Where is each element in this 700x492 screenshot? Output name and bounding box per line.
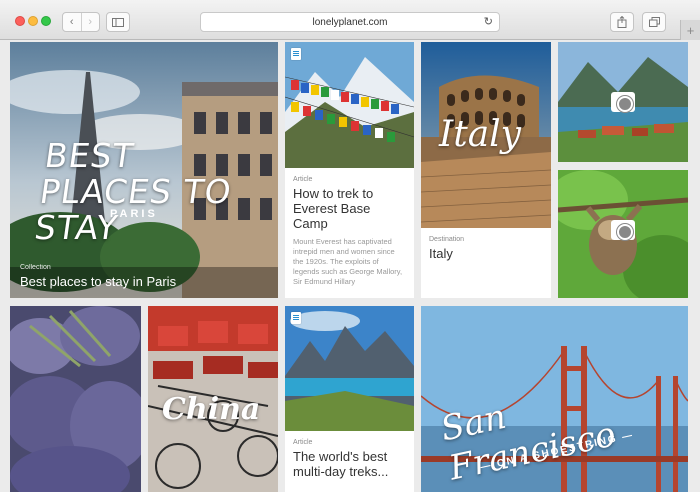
italy-headline: Italy bbox=[429, 246, 453, 261]
tile-paris[interactable]: BEST PLACES TO STAY PARIS Collection Bes… bbox=[10, 42, 278, 298]
camera-icon bbox=[611, 92, 635, 112]
treks-headline: The world's best multi-day treks... bbox=[293, 449, 389, 479]
everest-excerpt: Mount Everest has captivated intrepid me… bbox=[293, 237, 403, 286]
page-content: BEST PLACES TO STAY PARIS Collection Bes… bbox=[0, 40, 700, 492]
sidebar-button[interactable] bbox=[106, 12, 130, 32]
everest-image bbox=[285, 42, 414, 168]
treks-kicker: Article bbox=[293, 439, 313, 446]
address-bar[interactable]: lonelyplanet.com ↻ bbox=[200, 12, 500, 32]
tile-photo-sloth[interactable] bbox=[558, 170, 688, 298]
close-window-button[interactable] bbox=[15, 16, 25, 26]
italy-card-body: Destination Italy bbox=[421, 228, 551, 298]
hero-headline: Best places to stay in Paris bbox=[20, 274, 177, 289]
everest-kicker: Article bbox=[293, 176, 313, 183]
navigation-buttons: ‹ › bbox=[62, 12, 100, 32]
reload-icon[interactable]: ↻ bbox=[484, 15, 493, 28]
tile-treks[interactable]: Article The world's best multi-day treks… bbox=[285, 306, 414, 492]
tile-lavender[interactable] bbox=[10, 306, 141, 492]
forward-button[interactable]: › bbox=[82, 13, 100, 31]
hero-caption: Collection Best places to stay in Paris bbox=[20, 264, 176, 289]
everest-card-body: Article How to trek to Everest Base Camp… bbox=[285, 168, 414, 298]
treks-image bbox=[285, 306, 414, 431]
hero-image-subtitle: PARIS bbox=[110, 208, 158, 220]
tile-san-francisco[interactable]: San Francisco — ON A SHOESTRING — bbox=[421, 306, 688, 492]
share-button[interactable] bbox=[610, 12, 634, 32]
camera-icon bbox=[611, 220, 635, 240]
chevron-left-icon: ‹ bbox=[69, 16, 74, 28]
lavender-image bbox=[10, 306, 141, 492]
back-button[interactable]: ‹ bbox=[63, 13, 82, 31]
minimize-window-button[interactable] bbox=[28, 16, 38, 26]
sidebar-icon bbox=[112, 17, 124, 27]
new-tab-button[interactable]: + bbox=[680, 20, 700, 40]
hero-image-title: BEST PLACES TO STAY bbox=[32, 136, 235, 247]
italy-image-title: Italy bbox=[439, 114, 522, 155]
tile-china[interactable]: China bbox=[148, 306, 278, 492]
article-icon bbox=[291, 48, 301, 60]
maximize-window-button[interactable] bbox=[41, 16, 51, 26]
plus-icon: + bbox=[686, 22, 695, 38]
url-text: lonelyplanet.com bbox=[312, 16, 388, 28]
tile-everest[interactable]: Article How to trek to Everest Base Camp… bbox=[285, 42, 414, 298]
tabs-icon bbox=[648, 17, 660, 27]
treks-card-body: Article The world's best multi-day treks… bbox=[285, 431, 414, 492]
china-image-title: China bbox=[162, 392, 261, 427]
browser-window: ‹ › lonelyplanet.com ↻ + BEST PLACES TO … bbox=[0, 0, 700, 492]
show-tabs-button[interactable] bbox=[642, 12, 666, 32]
tile-italy[interactable]: Italy Destination Italy bbox=[421, 42, 551, 298]
everest-headline: How to trek to Everest Base Camp bbox=[293, 186, 374, 231]
chevron-right-icon: › bbox=[88, 16, 93, 28]
tile-photo-lake[interactable] bbox=[558, 42, 688, 162]
article-icon bbox=[291, 312, 301, 324]
hero-kicker: Collection bbox=[20, 264, 51, 271]
browser-toolbar: ‹ › lonelyplanet.com ↻ + bbox=[0, 0, 700, 40]
italy-kicker: Destination bbox=[429, 236, 465, 243]
share-icon bbox=[617, 16, 627, 28]
